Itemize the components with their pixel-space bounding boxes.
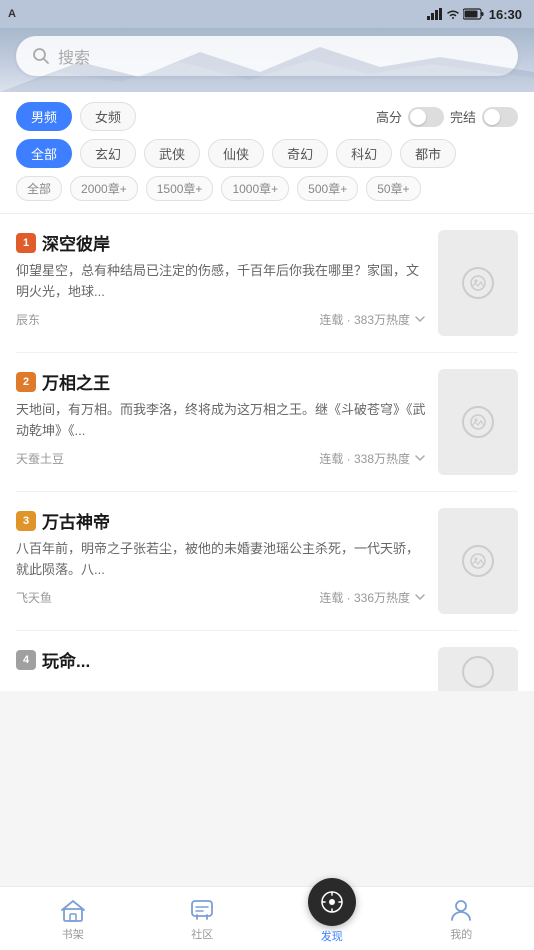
- book-info-3: 3 万古神帝 八百年前，明帝之子张若尘，被他的未婚妻池瑶公主杀死，一代天骄，就此…: [16, 508, 426, 606]
- gender-tab-male[interactable]: 男频: [16, 102, 72, 131]
- chat-icon: [188, 896, 216, 924]
- chevron-down-icon-3: [414, 591, 426, 603]
- book-item-3[interactable]: 3 万古神帝 八百年前，明帝之子张若尘，被他的未婚妻池瑶公主杀死，一代天骄，就此…: [16, 492, 518, 631]
- carrier-label: A: [8, 8, 16, 20]
- book-title-4: 玩命...: [42, 647, 90, 672]
- book-stats-1: 连载 · 383万热度: [319, 311, 426, 328]
- chapter-tag-1000[interactable]: 1000章+: [221, 176, 289, 201]
- genre-tag-wuxia[interactable]: 武侠: [144, 139, 200, 168]
- book-cover-2: [438, 369, 518, 475]
- image-icon-3: [470, 553, 486, 569]
- gender-filter-row: 男频 女频 高分 完结: [16, 102, 518, 131]
- book-stats-text-1: 连载 · 383万热度: [319, 311, 410, 328]
- chapter-tag-50[interactable]: 50章+: [366, 176, 420, 201]
- chapter-tag-all[interactable]: 全部: [16, 176, 62, 201]
- cover-placeholder-3: [462, 545, 494, 577]
- mountain-decoration: [0, 42, 534, 92]
- book-title-1: 深空彼岸: [42, 230, 110, 255]
- book-cover-1: [438, 230, 518, 336]
- time-label: 16:30: [489, 7, 522, 22]
- book-info-4: 4 玩命...: [16, 647, 426, 678]
- signal-icon: [427, 8, 443, 20]
- discover-circle: [308, 878, 356, 926]
- rank-badge-1: 1: [16, 233, 36, 253]
- book-item-4[interactable]: 4 玩命...: [16, 631, 518, 691]
- book-desc-3: 八百年前，明帝之子张若尘，被他的未婚妻池瑶公主杀死，一代天骄，就此陨落。八...: [16, 539, 426, 581]
- chapter-tag-500[interactable]: 500章+: [297, 176, 358, 201]
- book-info-1: 1 深空彼岸 仰望星空，总有种结局已注定的伤感，千百年后你我在哪里？家国，文明火…: [16, 230, 426, 328]
- wifi-icon: [446, 8, 460, 20]
- finished-toggle[interactable]: [482, 107, 518, 127]
- finished-label: 完结: [450, 107, 476, 126]
- book-author-1: 辰东: [16, 311, 40, 328]
- book-cover-3: [438, 508, 518, 614]
- book-meta-2: 天蚕土豆 连载 · 338万热度: [16, 450, 426, 467]
- book-stats-text-3: 连载 · 336万热度: [319, 589, 410, 606]
- book-item-1[interactable]: 1 深空彼岸 仰望星空，总有种结局已注定的伤感，千百年后你我在哪里？家国，文明火…: [16, 214, 518, 353]
- book-author-2: 天蚕土豆: [16, 450, 64, 467]
- genre-tag-all[interactable]: 全部: [16, 139, 72, 168]
- nav-label-discover: 发现: [321, 928, 343, 944]
- cover-placeholder-2: [462, 406, 494, 438]
- book-info-2: 2 万相之王 天地间，有万相。而我李洛，终将成为这万相之王。继《斗破苍穹》《武动…: [16, 369, 426, 467]
- book-title-3: 万古神帝: [42, 508, 110, 533]
- high-score-toggle[interactable]: [408, 107, 444, 127]
- chevron-down-icon-2: [414, 452, 426, 464]
- genre-tag-xianxia[interactable]: 仙侠: [208, 139, 264, 168]
- status-bar: A 16:30: [0, 0, 534, 28]
- genre-tag-scifi[interactable]: 科幻: [336, 139, 392, 168]
- nav-item-discover[interactable]: 发现: [267, 888, 397, 950]
- bottom-nav: 书架 社区 发现: [0, 886, 534, 950]
- rank-badge-2: 2: [16, 372, 36, 392]
- book-title-row-2: 2 万相之王: [16, 369, 426, 394]
- cover-placeholder-1: [462, 267, 494, 299]
- header: 搜索: [0, 28, 534, 92]
- book-title-2: 万相之王: [42, 369, 110, 394]
- nav-label-community: 社区: [191, 926, 213, 942]
- high-score-label: 高分: [376, 107, 402, 126]
- cover-placeholder-4: [462, 656, 494, 688]
- nav-label-profile: 我的: [450, 926, 472, 942]
- rank-badge-4: 4: [16, 650, 36, 670]
- book-stats-text-2: 连载 · 338万热度: [319, 450, 410, 467]
- book-cover-4: [438, 647, 518, 691]
- genre-filter-row: 全部 玄幻 武侠 仙侠 奇幻 科幻 都市: [16, 139, 518, 168]
- book-desc-2: 天地间，有万相。而我李洛，终将成为这万相之王。继《斗破苍穹》《武动乾坤》《...: [16, 400, 426, 442]
- home-icon: [59, 896, 87, 924]
- book-meta-3: 飞天鱼 连载 · 336万热度: [16, 589, 426, 606]
- filter-section: 男频 女频 高分 完结 全部 玄幻 武侠 仙侠 奇幻 科幻 都市 全部 2000…: [0, 92, 534, 214]
- chapter-filter-row: 全部 2000章+ 1500章+ 1000章+ 500章+ 50章+: [16, 176, 518, 201]
- status-right: 16:30: [427, 7, 522, 22]
- image-icon-1: [470, 275, 486, 291]
- book-desc-1: 仰望星空，总有种结局已注定的伤感，千百年后你我在哪里？家国，文明火光，地球...: [16, 261, 426, 303]
- battery-icon: [463, 8, 485, 20]
- nav-item-bookshelf[interactable]: 书架: [8, 890, 138, 948]
- book-meta-1: 辰东 连载 · 383万热度: [16, 311, 426, 328]
- nav-item-community[interactable]: 社区: [138, 890, 268, 948]
- toggle-group: 高分 完结: [376, 107, 518, 127]
- book-list: 1 深空彼岸 仰望星空，总有种结局已注定的伤感，千百年后你我在哪里？家国，文明火…: [0, 214, 534, 691]
- book-stats-2: 连载 · 338万热度: [319, 450, 426, 467]
- book-title-row-1: 1 深空彼岸: [16, 230, 426, 255]
- book-stats-3: 连载 · 336万热度: [319, 589, 426, 606]
- chapter-tag-2000[interactable]: 2000章+: [70, 176, 138, 201]
- genre-tag-xuanhuan[interactable]: 玄幻: [80, 139, 136, 168]
- book-author-3: 飞天鱼: [16, 589, 52, 606]
- nav-item-profile[interactable]: 我的: [397, 890, 527, 948]
- status-icons: [427, 8, 485, 20]
- discover-icon: [318, 888, 346, 916]
- genre-tag-qihuan[interactable]: 奇幻: [272, 139, 328, 168]
- book-title-row-3: 3 万古神帝: [16, 508, 426, 533]
- user-icon: [447, 896, 475, 924]
- book-item-2[interactable]: 2 万相之王 天地间，有万相。而我李洛，终将成为这万相之王。继《斗破苍穹》《武动…: [16, 353, 518, 492]
- book-title-row-4: 4 玩命...: [16, 647, 426, 672]
- image-icon-2: [470, 414, 486, 430]
- gender-tab-female[interactable]: 女频: [80, 102, 136, 131]
- nav-label-bookshelf: 书架: [62, 926, 84, 942]
- chevron-down-icon-1: [414, 313, 426, 325]
- genre-tag-dushi[interactable]: 都市: [400, 139, 456, 168]
- rank-badge-3: 3: [16, 511, 36, 531]
- chapter-tag-1500[interactable]: 1500章+: [146, 176, 214, 201]
